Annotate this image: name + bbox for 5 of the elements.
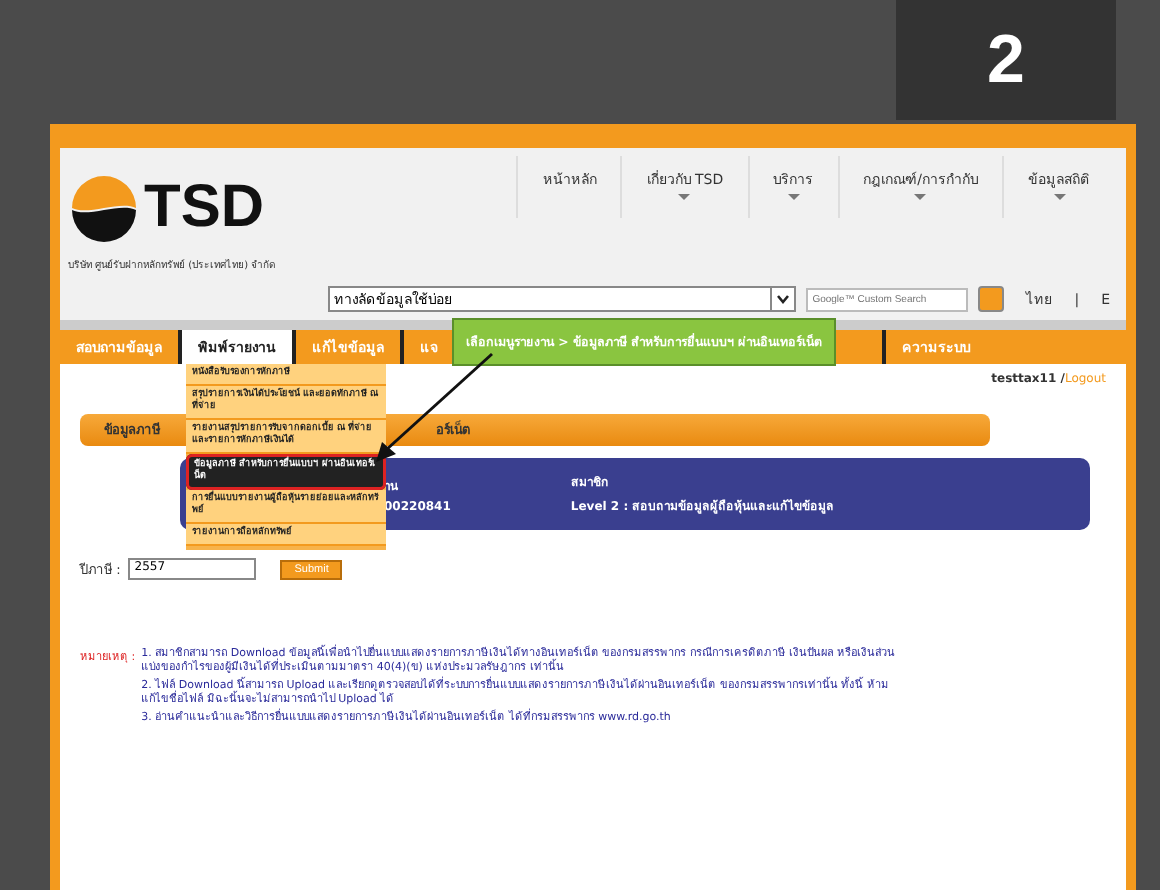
logo-icon bbox=[68, 172, 140, 244]
logo-text: TSD bbox=[144, 174, 264, 242]
slide-number-badge: 2 bbox=[896, 0, 1116, 120]
search-button[interactable] bbox=[978, 286, 1005, 312]
chevron-icon bbox=[776, 294, 791, 304]
